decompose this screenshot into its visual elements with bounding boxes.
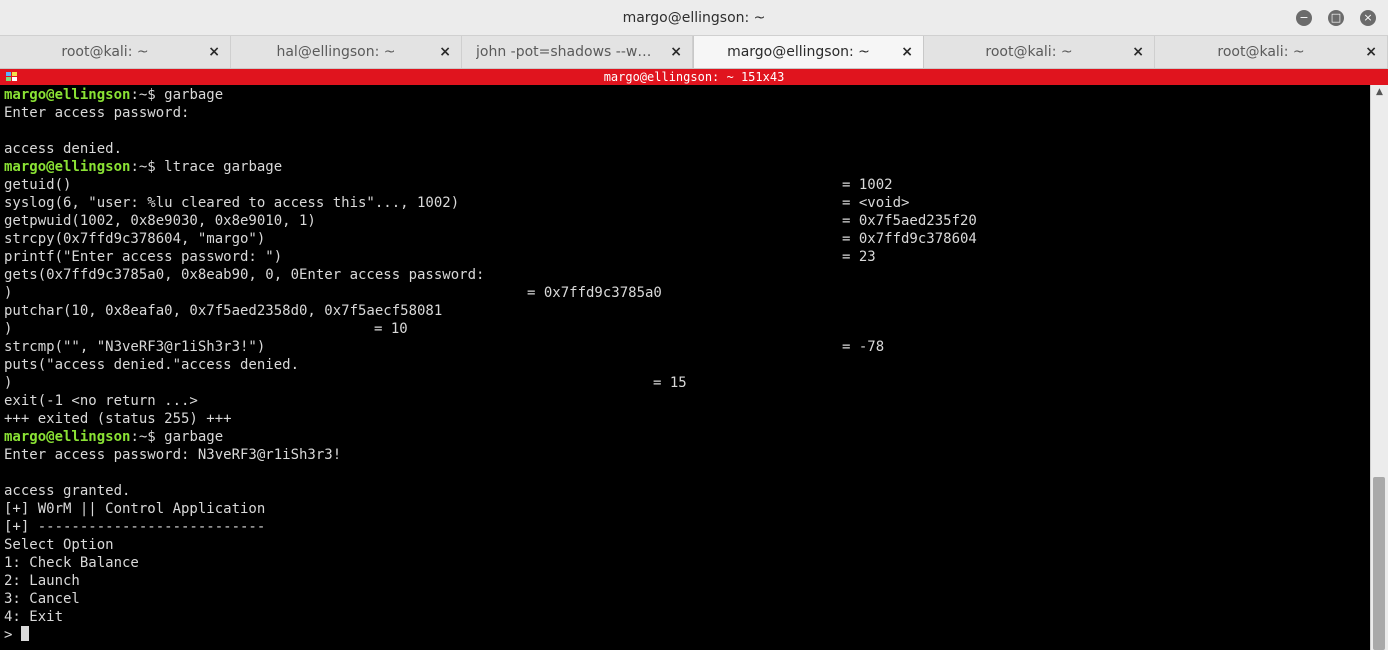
ltrace-call: ) <box>4 285 13 301</box>
menu-grid-icon[interactable] <box>6 72 18 82</box>
ltrace-call: puts("access denied."access denied. <box>4 357 300 373</box>
ltrace-return-value: = 23 <box>842 249 876 265</box>
tab-root-kali-2[interactable]: root@kali: ~ × <box>924 36 1155 68</box>
command-text: garbage <box>164 429 224 445</box>
ltrace-return-value: = -78 <box>842 339 885 355</box>
ltrace-call: strcpy(0x7ffd9c378604, "margo") <box>4 231 266 247</box>
tab-close-icon[interactable]: × <box>1132 36 1144 68</box>
tab-hal-ellingson[interactable]: hal@ellingson: ~ × <box>231 36 462 68</box>
terminal-line: Enter access password: <box>4 105 190 121</box>
chevron-up-icon[interactable]: ▲ <box>1371 85 1388 99</box>
terminal-output[interactable]: margo@ellingson:~$ garbage Enter access … <box>0 85 1370 650</box>
ltrace-call: printf("Enter access password: ") <box>4 249 283 265</box>
window-title: margo@ellingson: ~ <box>622 10 766 26</box>
terminal-line: access granted. <box>4 483 131 499</box>
ltrace-return-value: = 1002 <box>842 177 893 193</box>
tab-label: root@kali: ~ <box>985 44 1073 60</box>
input-prompt: > <box>4 627 21 643</box>
terminal-line: [+] --------------------------- <box>4 519 266 535</box>
minimize-icon: − <box>1299 11 1309 24</box>
terminal-scrollbar[interactable]: ▲ <box>1370 85 1388 650</box>
tab-close-icon[interactable]: × <box>1365 36 1377 68</box>
menu-option: 2: Launch <box>4 573 80 589</box>
window-titlebar: margo@ellingson: ~ − □ × <box>0 0 1388 36</box>
ltrace-call: strcmp("", "N3veRF3@r1iSh3r3!") <box>4 339 266 355</box>
ltrace-call: gets(0x7ffd9c3785a0, 0x8eab90, 0, 0Enter… <box>4 267 485 283</box>
prompt-user: margo@ellingson <box>4 159 131 175</box>
tab-label: root@kali: ~ <box>61 44 149 60</box>
tab-close-icon[interactable]: × <box>670 36 682 68</box>
tab-bar: root@kali: ~ × hal@ellingson: ~ × john -… <box>0 36 1388 69</box>
terminal-line: +++ exited (status 255) +++ <box>4 411 232 427</box>
close-window-button[interactable]: × <box>1360 10 1376 26</box>
command-text: ltrace garbage <box>164 159 283 175</box>
ltrace-call: ) <box>4 375 13 391</box>
ltrace-call: getuid() <box>4 177 72 193</box>
tab-label: margo@ellingson: ~ <box>727 44 870 60</box>
scrollbar-thumb[interactable] <box>1373 477 1385 650</box>
terminal-line: Enter access password: N3veRF3@r1iSh3r3! <box>4 447 342 463</box>
prompt-tail: :~$ <box>130 159 165 175</box>
prompt-tail: :~$ <box>130 87 165 103</box>
terminal-line: access denied. <box>4 141 123 157</box>
ltrace-call: putchar(10, 0x8eafa0, 0x7f5aed2358d0, 0x… <box>4 303 443 319</box>
tab-root-kali-3[interactable]: root@kali: ~ × <box>1155 36 1388 68</box>
terminal-status-bar: margo@ellingson: ~ 151x43 <box>0 69 1388 85</box>
tab-close-icon[interactable]: × <box>901 36 913 68</box>
terminal-line: [+] W0rM || Control Application <box>4 501 266 517</box>
terminal-line-command: margo@ellingson:~$ garbage <box>4 86 223 104</box>
menu-option: 4: Exit <box>4 609 64 625</box>
tab-john-wordlist[interactable]: john -pot=shadows --wordlist=/usr/share/… <box>462 36 693 68</box>
close-icon: × <box>1363 11 1373 24</box>
ltrace-call: exit(-1 <no return ...> <box>4 393 198 409</box>
command-text: garbage <box>164 87 224 103</box>
tab-label: john -pot=shadows --wordlist=/usr/share/… <box>476 44 658 60</box>
menu-option: 3: Cancel <box>4 591 80 607</box>
maximize-icon: □ <box>1330 11 1342 24</box>
tab-label: hal@ellingson: ~ <box>276 44 396 60</box>
ltrace-return-value: = 0x7ffd9c378604 <box>842 231 977 247</box>
ltrace-return-value: = 10 <box>374 321 408 337</box>
minimize-button[interactable]: − <box>1296 10 1312 26</box>
maximize-button[interactable]: □ <box>1328 10 1344 26</box>
prompt-user: margo@ellingson <box>4 87 131 103</box>
ltrace-call: ) <box>4 321 13 337</box>
ltrace-return-value: = <void> <box>842 195 910 211</box>
tab-margo-ellingson[interactable]: margo@ellingson: ~ × <box>693 36 924 68</box>
ltrace-call: getpwuid(1002, 0x8e9030, 0x8e9010, 1) <box>4 213 316 229</box>
ltrace-return-value: = 0x7f5aed235f20 <box>842 213 977 229</box>
ltrace-return-value: = 0x7ffd9c3785a0 <box>527 285 662 301</box>
tab-close-icon[interactable]: × <box>208 36 220 68</box>
prompt-tail: :~$ <box>130 429 165 445</box>
tab-close-icon[interactable]: × <box>439 36 451 68</box>
input-prompt-line[interactable]: > <box>4 626 29 644</box>
tab-label: root@kali: ~ <box>1217 44 1305 60</box>
prompt-user: margo@ellingson <box>4 429 131 445</box>
tab-root-kali-1[interactable]: root@kali: ~ × <box>0 36 231 68</box>
terminal-line-command: margo@ellingson:~$ garbage <box>4 428 223 446</box>
terminal-line-command: margo@ellingson:~$ ltrace garbage <box>4 158 282 176</box>
text-cursor <box>20 626 29 641</box>
status-bar-text: margo@ellingson: ~ 151x43 <box>603 70 785 84</box>
ltrace-call: syslog(6, "user: %lu cleared to access t… <box>4 195 460 211</box>
menu-option: 1: Check Balance <box>4 555 139 571</box>
ltrace-return-value: = 15 <box>653 375 687 391</box>
terminal-line: Select Option <box>4 537 114 553</box>
